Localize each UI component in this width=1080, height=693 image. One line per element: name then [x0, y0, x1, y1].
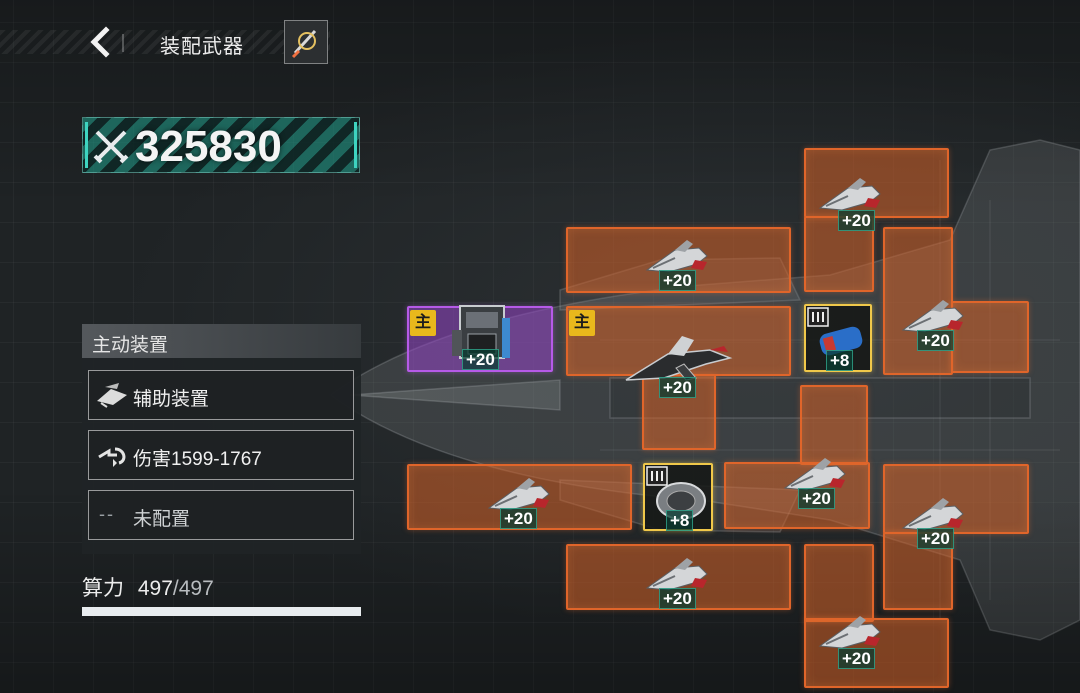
module-bonus: +20	[838, 648, 875, 669]
weapon-slot-cell[interactable]	[800, 385, 868, 465]
active-slot-support[interactable]: 辅助装置	[88, 370, 354, 420]
page-title: 装配武器	[160, 36, 244, 58]
power-score-box: 325830	[82, 117, 360, 173]
module-bonus: +20	[659, 377, 696, 398]
module-bonus: +20	[659, 588, 696, 609]
active-device-title: 主动装置	[92, 335, 169, 356]
module-bonus: +20	[838, 210, 875, 231]
module-bonus: +8	[666, 510, 694, 531]
compute-total: /497	[172, 577, 214, 600]
compute-readout: 算力 497/497	[82, 572, 214, 602]
active-slot-missile[interactable]: 伤害1599-1767	[88, 430, 354, 480]
ship-thumbnail-icon	[291, 29, 317, 59]
compute-bar-fill	[82, 607, 361, 616]
active-slot-empty-label: 未配置	[133, 509, 191, 530]
module-bonus: +20	[798, 488, 835, 509]
active-slot-empty-dash: --	[99, 504, 115, 524]
module-bonus: +20	[917, 330, 954, 351]
drone-icon	[97, 383, 127, 408]
module-bonus: +20	[462, 349, 499, 370]
module-bonus: +20	[659, 270, 696, 291]
missile-icon	[98, 447, 126, 467]
compute-used: 497	[137, 577, 173, 600]
compute-label: 算力	[82, 577, 124, 600]
crossed-swords-icon	[93, 130, 129, 164]
active-slot-empty[interactable]: -- 未配置	[88, 490, 354, 540]
active-slot-support-label: 辅助装置	[133, 389, 210, 410]
module-bonus: +8	[826, 350, 854, 371]
main-weapon-badge: 主	[569, 310, 595, 336]
header-divider	[122, 34, 124, 52]
active-slot-missile-label: 伤害1599-1767	[133, 449, 262, 470]
chevron-left-icon	[90, 26, 110, 58]
power-score-value: 325830	[135, 122, 282, 171]
active-device-panel: 主动装置 辅助装置 伤害1599-1767 -- 未配置	[82, 324, 361, 554]
ship-selector-button[interactable]	[284, 20, 328, 64]
module-bonus: +20	[500, 508, 537, 529]
main-weapon-badge: 主	[410, 310, 436, 336]
compute-bar	[82, 607, 361, 616]
weapon-slot-cell[interactable]	[804, 544, 874, 622]
module-bonus: +20	[917, 528, 954, 549]
active-device-header: 主动装置	[82, 324, 361, 358]
back-button[interactable]	[86, 26, 116, 58]
